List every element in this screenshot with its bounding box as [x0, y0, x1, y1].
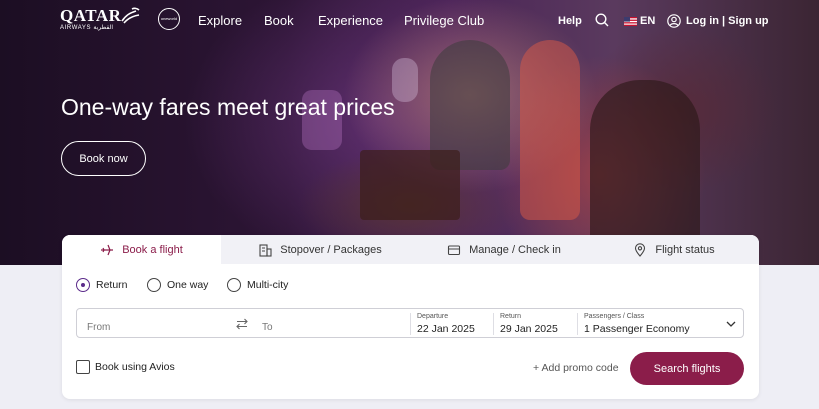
from-field[interactable]: From: [87, 322, 110, 333]
tab-label: Book a flight: [122, 243, 183, 256]
radio-multi-city[interactable]: Multi-city: [227, 278, 288, 292]
radio-label: Return: [96, 279, 128, 291]
divider: [577, 313, 578, 335]
radio-one-way[interactable]: One way: [147, 278, 208, 292]
passengers-label: Passengers / Class: [584, 313, 645, 320]
hero-photo-table: [360, 150, 460, 220]
departure-date[interactable]: 22 Jan 2025: [417, 323, 475, 335]
hero-photo-passenger: [520, 40, 580, 220]
logo-wordmark: QATAR: [60, 6, 122, 25]
nav-book[interactable]: Book: [264, 13, 294, 28]
checkbox-label: Book using Avios: [95, 361, 175, 373]
user-icon[interactable]: [667, 14, 681, 28]
location-pin-icon: [635, 242, 646, 257]
card-icon: [448, 244, 461, 255]
tab-label: Manage / Check in: [469, 243, 561, 256]
login-signup-link[interactable]: Log in | Sign up: [686, 15, 769, 27]
nav-privilege-club[interactable]: Privilege Club: [404, 13, 484, 28]
qatar-airways-logo[interactable]: QATAR AIRWAYS القطرية: [60, 7, 121, 32]
tab-manage-check-in[interactable]: Manage / Check in: [419, 235, 589, 264]
checkbox[interactable]: [76, 360, 90, 374]
logo-subtitle: AIRWAYS القطرية: [60, 25, 114, 31]
swap-icon[interactable]: [235, 317, 249, 331]
tab-label: Stopover / Packages: [280, 243, 382, 256]
promo-label: Add promo code: [541, 362, 619, 374]
radio-button[interactable]: [147, 278, 161, 292]
plane-icon: [101, 244, 114, 255]
tab-flight-status[interactable]: Flight status: [589, 235, 759, 264]
language-selector[interactable]: EN: [640, 15, 655, 27]
departure-label: Departure: [417, 313, 449, 320]
radio-button-selected[interactable]: [76, 278, 90, 292]
radio-return[interactable]: Return: [76, 278, 128, 292]
chevron-down-icon[interactable]: [725, 318, 737, 330]
divider: [493, 313, 494, 335]
tab-book-a-flight[interactable]: Book a flight: [62, 235, 221, 264]
radio-button[interactable]: [227, 278, 241, 292]
top-nav: QATAR AIRWAYS القطرية oneworld Explore B…: [0, 0, 819, 42]
flight-search-form: From To Departure 22 Jan 2025 Return 29 …: [76, 308, 744, 338]
search-flights-button[interactable]: Search flights: [630, 352, 744, 385]
return-date[interactable]: 29 Jan 2025: [500, 323, 558, 335]
cabin-window: [392, 58, 418, 102]
book-using-avios-checkbox[interactable]: Book using Avios: [76, 360, 175, 374]
oryx-logo-icon: [121, 7, 140, 24]
tab-label: Flight status: [655, 243, 715, 256]
return-label: Return: [500, 313, 522, 320]
booking-tabs: Book a flight Stopover / Packages Manage…: [62, 235, 759, 264]
oneworld-icon: oneworld: [158, 8, 180, 30]
divider: [410, 313, 411, 335]
nav-explore[interactable]: Explore: [198, 13, 242, 28]
radio-label: Multi-city: [247, 279, 289, 291]
help-link[interactable]: Help: [558, 15, 582, 27]
radio-label: One way: [167, 279, 209, 291]
nav-experience[interactable]: Experience: [318, 13, 383, 28]
tab-stopover-packages[interactable]: Stopover / Packages: [221, 235, 419, 264]
passengers-class-select[interactable]: 1 Passenger Economy: [584, 323, 690, 335]
hero-headline: One-way fares meet great prices: [61, 94, 395, 120]
us-flag-icon: [624, 17, 637, 26]
hero-banner: QATAR AIRWAYS القطرية oneworld Explore B…: [0, 0, 819, 265]
search-icon[interactable]: [595, 13, 609, 27]
to-field[interactable]: To: [262, 322, 273, 333]
add-promo-code-link[interactable]: + Add promo code: [533, 362, 619, 374]
hotel-icon: [259, 243, 272, 257]
booking-widget: Book a flight Stopover / Packages Manage…: [62, 235, 759, 399]
book-now-button[interactable]: Book now: [61, 141, 146, 176]
